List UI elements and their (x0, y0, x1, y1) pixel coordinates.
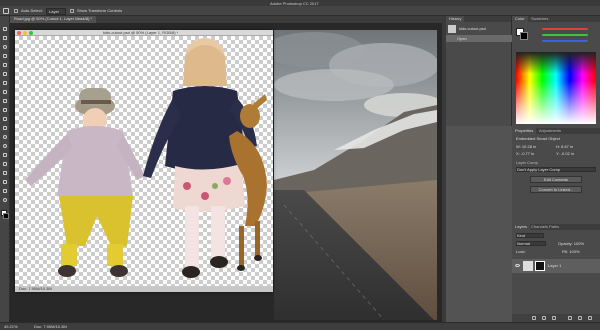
options-bar: Auto-Select: Layer Show Transform Contro… (0, 6, 600, 16)
blue-slider[interactable] (542, 40, 588, 42)
status-bar: 49.21% Doc: 7.90M/10.3M (0, 322, 600, 330)
tools-panel (0, 16, 10, 322)
crop-tool-icon[interactable] (2, 62, 8, 68)
lasso-tool-icon[interactable] (2, 44, 8, 50)
clone-stamp-tool-icon[interactable] (2, 98, 8, 104)
show-transform-checkbox[interactable] (70, 9, 74, 13)
cutout-status-bar: Doc: 7.90M/10.3M (15, 286, 273, 292)
right-panel-dock: Color Swatches Properties Adjustments Em… (512, 16, 600, 322)
tab-paths[interactable]: Paths (546, 224, 562, 230)
eyedropper-tool-icon[interactable] (2, 71, 8, 77)
quick-select-tool-icon[interactable] (2, 53, 8, 59)
add-mask-icon[interactable] (552, 316, 556, 320)
cutout-doc-info: Doc: 7.90M/10.3M (19, 286, 52, 291)
snapshot-thumbnail (448, 25, 456, 33)
green-slider[interactable] (542, 34, 588, 36)
auto-select-label: Auto-Select: (21, 8, 43, 13)
new-group-icon[interactable] (568, 316, 572, 320)
tab-adjustments[interactable]: Adjustments (536, 128, 564, 134)
layer-mask-thumbnail[interactable] (535, 261, 545, 271)
gradient-tool-icon[interactable] (2, 125, 8, 131)
eraser-tool-icon[interactable] (2, 116, 8, 122)
layer-comp-label: Layer Comp (516, 160, 538, 165)
lock-label: Lock: (516, 249, 526, 254)
width-field[interactable]: W: 10.28 in (516, 145, 536, 150)
edit-contents-button[interactable]: Edit Contents (530, 176, 582, 183)
close-window-button[interactable] (17, 31, 21, 35)
dodge-tool-icon[interactable] (2, 143, 8, 149)
properties-panel-tabs: Properties Adjustments (512, 128, 600, 134)
layer-filter-kind-dropdown[interactable]: Kind (516, 233, 544, 238)
color-spectrum[interactable] (516, 52, 596, 124)
layer-thumbnail (523, 261, 533, 271)
type-tool-icon[interactable] (2, 161, 8, 167)
layer-name: Layer 1 (548, 263, 562, 268)
add-style-icon[interactable] (542, 316, 546, 320)
history-item-label: Open (457, 36, 467, 41)
x-field[interactable]: X: -0.77 in (516, 152, 534, 157)
color-panel-tabs: Color Swatches (512, 16, 600, 22)
marquee-tool-icon[interactable] (2, 35, 8, 41)
brush-tool-icon[interactable] (2, 89, 8, 95)
zoom-level[interactable]: 49.21% (4, 325, 18, 329)
move-tool-icon[interactable] (2, 26, 8, 32)
convert-to-linked-button[interactable]: Convert to Linked... (530, 186, 582, 193)
height-field[interactable]: H: 8.67 in (556, 145, 573, 150)
children-cutout-image (25, 38, 267, 278)
opacity-field[interactable]: Opacity: 100% (558, 242, 584, 247)
history-snapshot[interactable]: kids-cutout.psd (448, 25, 510, 33)
fill-field[interactable]: Fill: 100% (562, 250, 580, 255)
zoom-window-button[interactable] (29, 31, 33, 35)
tab-swatches[interactable]: Swatches (528, 16, 551, 22)
tab-properties[interactable]: Properties (512, 128, 537, 134)
history-brush-tool-icon[interactable] (2, 107, 8, 113)
history-panel-tabs: History (446, 16, 511, 22)
doc-tab[interactable]: Road.jpg @ 50% (Cutout 1, Layer Mask/8) … (10, 16, 97, 23)
road-landscape-image[interactable] (274, 30, 437, 320)
layer-comp-dropdown[interactable]: Don't Apply Layer Comp (516, 167, 596, 172)
tab-color[interactable]: Color (512, 16, 528, 22)
cutout-window-title: kids-cutout.psd @ 50% (Layer 1, RGB/8) * (103, 30, 179, 35)
document-tabs: Road.jpg @ 50% (Cutout 1, Layer Mask/8) … (10, 16, 442, 23)
history-item[interactable]: Open (446, 35, 512, 42)
link-layers-icon[interactable] (532, 316, 536, 320)
background-color-swatch[interactable] (3, 213, 9, 219)
eye-icon[interactable] (515, 264, 520, 267)
y-field[interactable]: Y: -0.02 in (556, 152, 574, 157)
background-swatch[interactable] (520, 32, 528, 40)
trash-icon[interactable] (588, 316, 592, 320)
show-transform-label: Show Transform Controls (77, 8, 123, 13)
blend-mode-dropdown[interactable]: Normal (516, 241, 546, 246)
layers-footer (512, 314, 600, 322)
photoshop-app: Adobe Photoshop CC 2017 Auto-Select: Lay… (0, 0, 600, 330)
shape-tool-icon[interactable] (2, 179, 8, 185)
path-select-tool-icon[interactable] (2, 170, 8, 176)
transparent-canvas[interactable] (15, 36, 273, 286)
zoom-tool-icon[interactable] (2, 197, 8, 203)
pen-tool-icon[interactable] (2, 152, 8, 158)
new-layer-icon[interactable] (578, 316, 582, 320)
red-slider[interactable] (542, 28, 588, 30)
smart-object-heading: Embedded Smart Object (516, 136, 560, 141)
move-tool-icon[interactable] (3, 8, 9, 14)
layers-panel-tabs: Layers Channels Paths (512, 224, 600, 230)
doc-info[interactable]: Doc: 7.90M/10.3M (34, 325, 67, 329)
snapshot-label: kids-cutout.psd (459, 26, 486, 31)
auto-select-dropdown[interactable]: Layer (46, 8, 67, 15)
layer-row[interactable]: Layer 1 (512, 259, 600, 273)
blur-tool-icon[interactable] (2, 134, 8, 140)
hand-tool-icon[interactable] (2, 188, 8, 194)
auto-select-checkbox[interactable] (14, 9, 18, 13)
history-panel: History kids-cutout.psd Open (446, 16, 512, 126)
healing-brush-tool-icon[interactable] (2, 80, 8, 86)
tab-history[interactable]: History (446, 16, 465, 22)
minimize-window-button[interactable] (23, 31, 27, 35)
cutout-document-window[interactable]: kids-cutout.psd @ 50% (Layer 1, RGB/8) * (15, 30, 273, 292)
